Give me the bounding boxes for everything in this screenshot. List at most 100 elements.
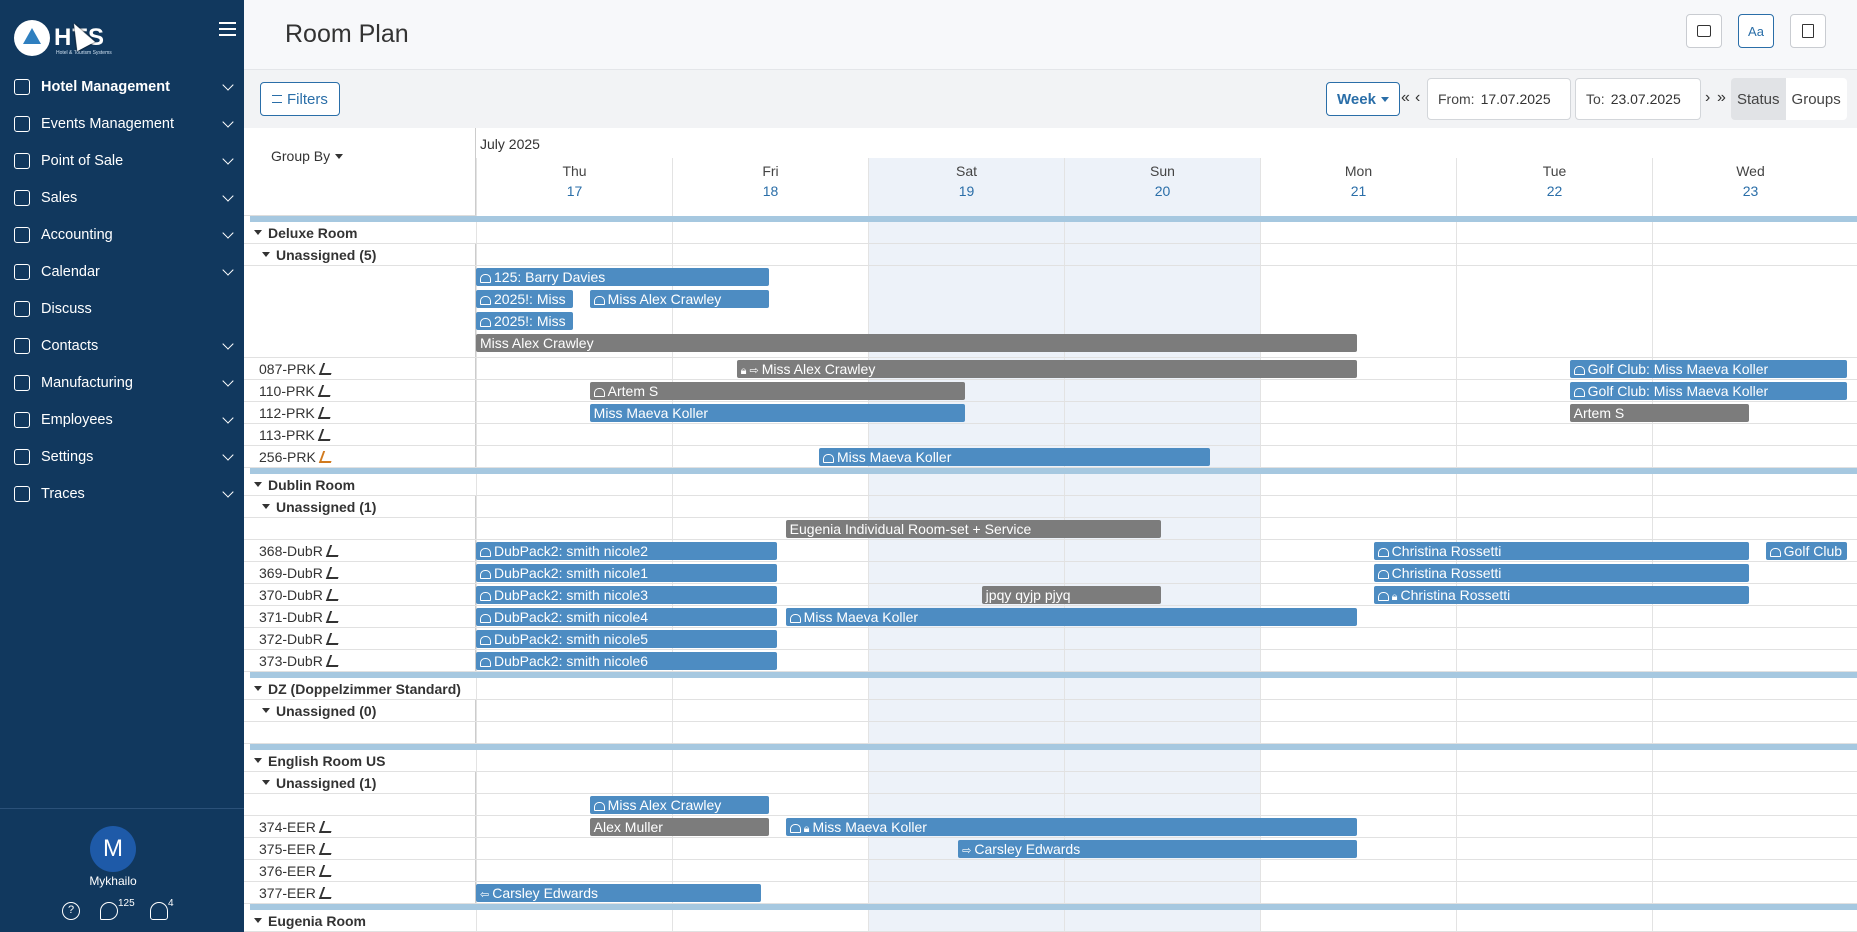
reservation-bar[interactable]: DubPack2: smith nicole3 [476, 586, 777, 604]
reservation-bar[interactable]: Miss Alex Crawley [589, 796, 769, 814]
sidebar-item-discuss[interactable]: Discuss [0, 290, 244, 327]
sidebar-item-events-management[interactable]: Events Management [0, 105, 244, 142]
reservation-bar[interactable]: Christina Rossetti [1373, 564, 1749, 582]
sidebar-item-manufacturing[interactable]: Manufacturing [0, 364, 244, 401]
reservation-bar[interactable]: 🔒︎ Christina Rossetti [1373, 586, 1749, 604]
day-date[interactable]: 21 [1261, 183, 1456, 199]
sidebar-item-hotel-management[interactable]: Hotel Management [0, 68, 244, 105]
row-label[interactable]: Deluxe Room [252, 222, 476, 243]
status-toggle[interactable]: Status [1731, 78, 1786, 120]
help-icon[interactable]: ? [62, 902, 80, 920]
reservation-bar[interactable]: 2025!: Miss [476, 312, 573, 330]
row-label[interactable] [252, 722, 476, 743]
reservation-bar[interactable]: Miss Alex Crawley [589, 290, 769, 308]
housekeeping-broom-icon[interactable] [318, 450, 335, 463]
reservation-bar[interactable]: Christina Rossetti [1373, 542, 1749, 560]
reservation-bar[interactable]: DubPack2: smith nicole2 [476, 542, 777, 560]
reservation-bar[interactable]: DubPack2: smith nicole6 [476, 652, 777, 670]
housekeeping-broom-icon[interactable] [325, 588, 343, 601]
chevron-down-icon[interactable] [222, 338, 234, 350]
row-label[interactable]: Unassigned (1) [252, 772, 476, 793]
reservation-bar[interactable]: Eugenia Individual Room-set + Service [785, 520, 1161, 538]
housekeeping-broom-icon[interactable] [318, 842, 335, 855]
housekeeping-broom-icon[interactable] [318, 886, 335, 899]
chevron-down-icon[interactable] [222, 449, 234, 461]
reservation-bar[interactable]: Miss Maeva Koller [819, 448, 1210, 466]
chevron-down-icon[interactable] [222, 412, 234, 424]
sidebar-item-point-of-sale[interactable]: Point of Sale [0, 142, 244, 179]
collapse-toggle-icon[interactable] [262, 708, 270, 713]
group-by-dropdown[interactable]: Group By [271, 148, 344, 164]
prev-page-button[interactable]: ‹ [1415, 89, 1420, 107]
housekeeping-broom-icon[interactable] [325, 610, 343, 623]
from-date-field[interactable]: From: 17.07.2025 [1427, 78, 1571, 120]
reservation-bar[interactable]: DubPack2: smith nicole5 [476, 630, 777, 648]
reservation-bar[interactable]: Miss Alex Crawley [476, 334, 1357, 352]
housekeeping-broom-icon[interactable] [318, 864, 335, 877]
chevron-down-icon[interactable] [222, 375, 234, 387]
sidebar-item-calendar[interactable]: Calendar [0, 253, 244, 290]
day-date[interactable]: 17 [477, 183, 672, 199]
reservation-bar[interactable]: Golf Club: Miss Maeva Koller [1569, 360, 1847, 378]
reservation-bar[interactable]: Alex Muller [589, 818, 769, 836]
row-label[interactable] [252, 794, 476, 815]
reservation-bar[interactable]: Artem S [1569, 404, 1749, 422]
reservation-bar[interactable]: Artem S [589, 382, 965, 400]
first-page-button[interactable]: « [1401, 89, 1410, 107]
sidebar-item-employees[interactable]: Employees [0, 401, 244, 438]
last-page-button[interactable]: » [1717, 89, 1726, 107]
collapse-toggle-icon[interactable] [254, 482, 262, 487]
chevron-down-icon[interactable] [222, 153, 234, 165]
housekeeping-broom-icon[interactable] [317, 384, 334, 397]
print-button[interactable] [1686, 14, 1722, 48]
collapse-toggle-icon[interactable] [262, 504, 270, 509]
reservation-bar[interactable]: 🔒︎ Miss Maeva Koller [785, 818, 1357, 836]
chevron-down-icon[interactable] [222, 486, 234, 498]
reservation-bar[interactable]: 125: Barry Davies [476, 268, 769, 286]
row-label[interactable]: Eugenia Room [252, 910, 476, 931]
chevron-down-icon[interactable] [222, 190, 234, 202]
to-date-field[interactable]: To: 23.07.2025 [1575, 78, 1701, 120]
view-dropdown[interactable]: Week [1326, 82, 1400, 116]
chevron-down-icon[interactable] [222, 116, 234, 128]
collapse-toggle-icon[interactable] [254, 758, 262, 763]
collapse-toggle-icon[interactable] [262, 252, 270, 257]
bell-icon[interactable] [150, 902, 168, 920]
row-label[interactable] [252, 266, 476, 357]
filters-button[interactable]: Filters [260, 82, 340, 116]
housekeeping-broom-icon[interactable] [325, 566, 343, 579]
reservation-bar[interactable]: 🔒︎ ⇨ Miss Alex Crawley [736, 360, 1357, 378]
collapse-toggle-icon[interactable] [254, 230, 262, 235]
reservation-bar[interactable]: Golf Club [1765, 542, 1847, 560]
row-label[interactable]: Unassigned (1) [252, 496, 476, 517]
day-date[interactable]: 18 [673, 183, 868, 199]
chevron-down-icon[interactable] [222, 227, 234, 239]
reservation-bar[interactable]: 2025!: Miss [476, 290, 573, 308]
notes-button[interactable] [1790, 14, 1826, 48]
sidebar-item-sales[interactable]: Sales [0, 179, 244, 216]
housekeeping-broom-icon[interactable] [317, 406, 334, 419]
reservation-bar[interactable]: ⇦ Carsley Edwards [476, 884, 762, 902]
housekeeping-broom-icon[interactable] [318, 820, 335, 833]
sidebar-item-settings[interactable]: Settings [0, 438, 244, 475]
reservation-bar[interactable]: DubPack2: smith nicole1 [476, 564, 777, 582]
collapse-toggle-icon[interactable] [254, 686, 262, 691]
day-date[interactable]: 22 [1457, 183, 1652, 199]
reservation-bar[interactable]: ⇨ Carsley Edwards [958, 840, 1357, 858]
sidebar-item-traces[interactable]: Traces [0, 475, 244, 512]
chevron-down-icon[interactable] [222, 79, 234, 91]
groups-toggle[interactable]: Groups [1785, 78, 1847, 120]
housekeeping-broom-icon[interactable] [325, 632, 343, 645]
chevron-down-icon[interactable] [222, 264, 234, 276]
hamburger-menu-icon[interactable] [219, 22, 236, 38]
day-date[interactable]: 19 [869, 183, 1064, 199]
collapse-toggle-icon[interactable] [254, 918, 262, 923]
row-label[interactable]: Unassigned (5) [252, 244, 476, 265]
housekeeping-broom-icon[interactable] [325, 654, 343, 667]
day-date[interactable]: 20 [1065, 183, 1260, 199]
next-page-button[interactable]: › [1705, 89, 1710, 107]
row-label[interactable]: DZ (Doppelzimmer Standard) [252, 678, 476, 699]
row-label[interactable]: English Room US [252, 750, 476, 771]
chat-icon[interactable] [100, 902, 118, 920]
day-date[interactable]: 23 [1653, 183, 1848, 199]
